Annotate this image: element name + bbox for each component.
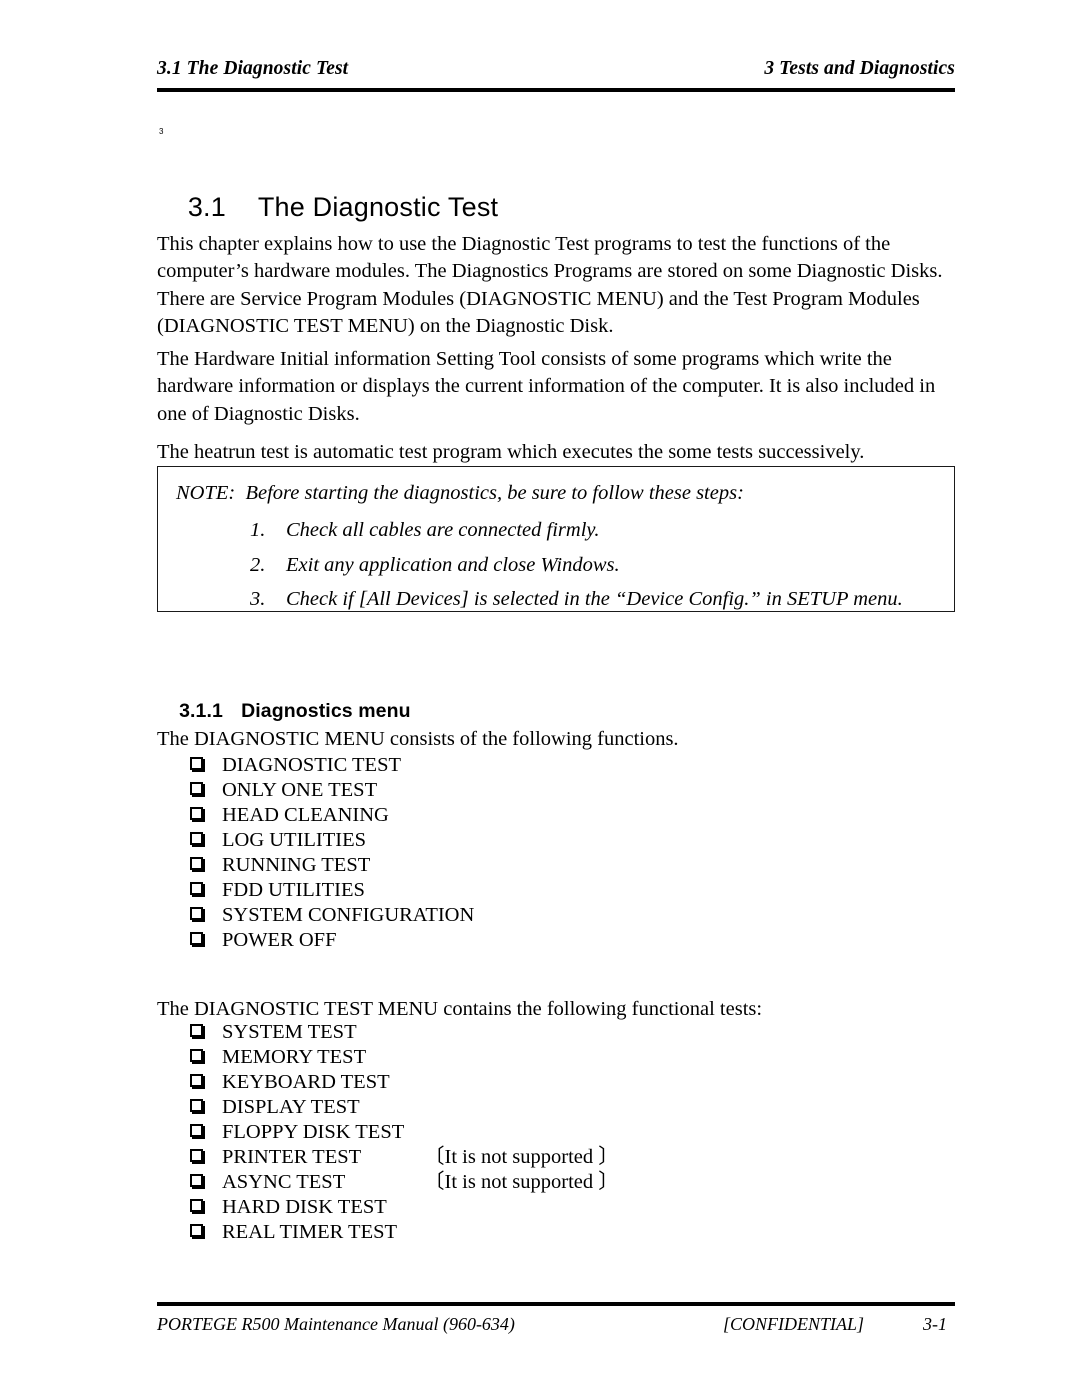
list-item: POWER OFF bbox=[190, 928, 474, 953]
footer-page-number: 3-1 bbox=[923, 1314, 947, 1334]
note-step-number: 2. bbox=[250, 553, 266, 576]
checkbox-square-icon bbox=[190, 782, 205, 797]
list-item-label: SYSTEM CONFIGURATION bbox=[222, 904, 475, 926]
note-label: NOTE: bbox=[176, 482, 236, 504]
footer-confidential-label: [CONFIDENTIAL] bbox=[723, 1314, 865, 1334]
note-steps-list: 1. Check all cables are connected firmly.… bbox=[250, 513, 940, 617]
checkbox-square-icon bbox=[190, 1199, 205, 1214]
list-item-label: REAL TIMER TEST bbox=[222, 1221, 398, 1243]
list-item-label: POWER OFF bbox=[222, 929, 337, 951]
note-step-text: Check if [All Devices] is selected in th… bbox=[286, 588, 903, 610]
diagnostic-menu-list: DIAGNOSTIC TEST ONLY ONE TEST HEAD CLEAN… bbox=[190, 753, 474, 953]
checkbox-square-icon bbox=[190, 1124, 205, 1139]
page-title-number: 3.1 bbox=[187, 192, 226, 223]
subsection-title: Diagnostics menu bbox=[241, 700, 411, 723]
subsection-number: 3.1.1 bbox=[179, 700, 223, 723]
checkbox-square-icon bbox=[190, 932, 205, 947]
intro-paragraph-2: The Hardware Initial information Setting… bbox=[157, 347, 936, 425]
list-item: HEAD CLEANING bbox=[190, 803, 474, 828]
document-page: 3.1 The Diagnostic Test 3 Tests and Diag… bbox=[0, 0, 1080, 1397]
header-chapter-title: 3 Tests and Diagnostics bbox=[764, 58, 955, 79]
list-item: RUNNING TEST bbox=[190, 853, 474, 878]
list-item: LOG UTILITIES bbox=[190, 828, 474, 853]
checkbox-square-icon bbox=[190, 832, 205, 847]
footer-rule bbox=[157, 1302, 955, 1306]
checkbox-square-icon bbox=[190, 1074, 205, 1089]
list-item: REAL TIMER TEST bbox=[190, 1220, 404, 1245]
checkbox-square-icon bbox=[190, 1049, 205, 1064]
checkbox-square-icon bbox=[190, 1174, 205, 1189]
note-heading: NOTE: Before starting the diagnostics, b… bbox=[176, 479, 744, 507]
intro-paragraph-3: The heatrun test is automatic test progr… bbox=[157, 440, 865, 463]
title-superscript-marker: 3 bbox=[159, 127, 164, 136]
list-item-label: RUNNING TEST bbox=[222, 854, 371, 876]
checkbox-square-icon bbox=[190, 807, 205, 822]
checkbox-square-icon bbox=[190, 1099, 205, 1114]
list-item-note: 〔It is not supported 〕 bbox=[424, 1171, 619, 1193]
list-item-note: 〔It is not supported 〕 bbox=[424, 1146, 619, 1168]
list-item: SYSTEM CONFIGURATION bbox=[190, 903, 474, 928]
list-item-label: HARD DISK TEST bbox=[222, 1196, 387, 1218]
note-step-text: Exit any application and close Windows. bbox=[286, 553, 620, 576]
note-callout-box: NOTE: Before starting the diagnostics, b… bbox=[157, 466, 955, 612]
list-item-label: FDD UTILITIES bbox=[222, 879, 365, 901]
list-item-label: ASYNC TEST bbox=[222, 1171, 346, 1193]
note-intro-text: Before starting the diagnostics, be sure… bbox=[245, 482, 744, 504]
list-item-label: KEYBOARD TEST bbox=[222, 1071, 390, 1093]
diagnostic-test-menu-list: SYSTEM TEST MEMORY TEST KEYBOARD TEST DI… bbox=[190, 1020, 619, 1245]
list-item-label: MEMORY TEST bbox=[222, 1046, 367, 1068]
diagnostic-test-menu-intro: The DIAGNOSTIC TEST MENU contains the fo… bbox=[157, 997, 763, 1020]
list-item-label: DISPLAY TEST bbox=[222, 1096, 360, 1118]
list-item-label: HEAD CLEANING bbox=[222, 804, 389, 826]
list-item: ONLY ONE TEST bbox=[190, 778, 474, 803]
note-step-item: 2. Exit any application and close Windows… bbox=[250, 548, 940, 583]
list-item: HARD DISK TEST bbox=[190, 1195, 404, 1220]
checkbox-square-icon bbox=[190, 757, 205, 772]
diagnostic-menu-intro: The DIAGNOSTIC MENU consists of the foll… bbox=[157, 727, 679, 750]
note-step-item: 1. Check all cables are connected firmly. bbox=[250, 513, 940, 548]
checkbox-square-icon bbox=[190, 1224, 205, 1239]
list-item: DISPLAY TEST bbox=[190, 1095, 404, 1120]
page-title-text: The Diagnostic Test bbox=[257, 192, 499, 223]
list-item: FLOPPY DISK TEST bbox=[190, 1120, 404, 1145]
list-item: KEYBOARD TEST bbox=[190, 1070, 404, 1095]
note-step-number: 1. bbox=[250, 519, 266, 541]
note-step-number: 3. bbox=[250, 588, 266, 610]
checkbox-square-icon bbox=[190, 1149, 205, 1164]
list-item-label: PRINTER TEST bbox=[222, 1146, 362, 1168]
note-step-text: Check all cables are connected firmly. bbox=[286, 519, 600, 541]
list-item: SYSTEM TEST bbox=[190, 1020, 404, 1045]
list-item-label: DIAGNOSTIC TEST bbox=[222, 754, 401, 776]
list-item-label: ONLY ONE TEST bbox=[222, 779, 378, 801]
list-item-label: LOG UTILITIES bbox=[222, 829, 367, 851]
note-step-item: 3. Check if [All Devices] is selected in … bbox=[250, 582, 940, 617]
checkbox-square-icon bbox=[190, 857, 205, 872]
list-item: PRINTER TEST 〔It is not supported 〕 bbox=[190, 1145, 619, 1170]
list-item: DIAGNOSTIC TEST bbox=[190, 753, 474, 778]
header-section-title: 3.1 The Diagnostic Test bbox=[157, 58, 349, 79]
list-item-label: SYSTEM TEST bbox=[222, 1021, 357, 1043]
header-rule bbox=[157, 88, 955, 92]
checkbox-square-icon bbox=[190, 882, 205, 897]
list-item-label: FLOPPY DISK TEST bbox=[222, 1121, 405, 1143]
list-item: ASYNC TEST 〔It is not supported 〕 bbox=[190, 1170, 619, 1195]
checkbox-square-icon bbox=[190, 1024, 205, 1039]
intro-paragraph-1: This chapter explains how to use the Dia… bbox=[157, 232, 943, 338]
running-header: 3.1 The Diagnostic Test 3 Tests and Diag… bbox=[157, 58, 955, 80]
checkbox-square-icon bbox=[190, 907, 205, 922]
footer-manual-title: PORTEGE R500 Maintenance Manual (960-634… bbox=[157, 1314, 515, 1334]
list-item: MEMORY TEST bbox=[190, 1045, 404, 1070]
list-item: FDD UTILITIES bbox=[190, 878, 474, 903]
